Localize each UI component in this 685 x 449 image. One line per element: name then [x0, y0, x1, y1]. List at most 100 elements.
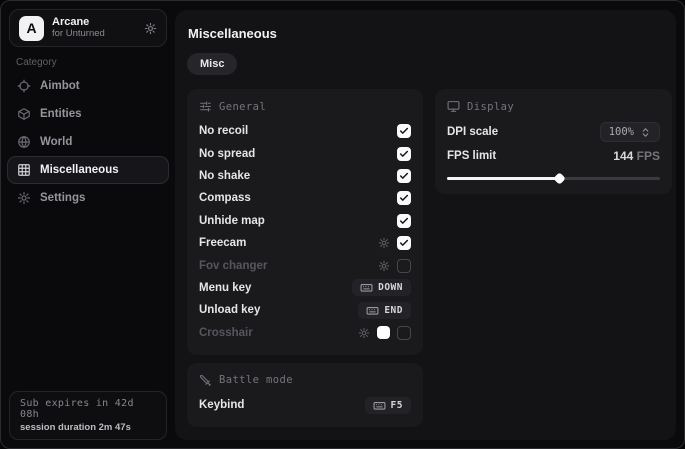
- setting-row-no-spread: No spread: [199, 142, 411, 164]
- display-panel: Display DPI scale 100%: [435, 89, 672, 194]
- category-label: Category: [16, 57, 57, 68]
- check-icon: [399, 216, 409, 226]
- menu-key-keybind-button[interactable]: DOWN: [352, 279, 411, 296]
- main-content: Miscellaneous Misc General: [175, 10, 676, 440]
- unload-key-keybind-button[interactable]: END: [358, 302, 411, 319]
- app-window: A Arcane for Unturned Category A: [0, 0, 685, 449]
- keybind-value: DOWN: [378, 282, 403, 293]
- general-panel: General No recoil No spread: [187, 89, 423, 355]
- avatar: A: [19, 16, 44, 41]
- slider-fill: [447, 177, 560, 180]
- keybind-value: END: [384, 305, 403, 316]
- no-recoil-checkbox[interactable]: [397, 124, 411, 138]
- sidebar-item-label: Entities: [40, 108, 82, 120]
- sidebar-item-miscellaneous[interactable]: Miscellaneous: [7, 156, 169, 184]
- sidebar-item-aimbot[interactable]: Aimbot: [7, 72, 169, 100]
- freecam-gear-icon[interactable]: [378, 237, 390, 249]
- setting-row-fps-limit: FPS limit 144 FPS: [447, 144, 660, 168]
- fps-number: 144: [613, 149, 633, 163]
- sliders-icon: [199, 100, 212, 113]
- setting-row-freecam: Freecam: [199, 232, 411, 254]
- battle-mode-panel-title: Battle mode: [219, 374, 293, 386]
- setting-row-compass: Compass: [199, 187, 411, 209]
- battle-mode-panel-header: Battle mode: [199, 374, 411, 387]
- sidebar-item-label: Miscellaneous: [40, 164, 119, 176]
- setting-row-dpi-scale: DPI scale 100%: [447, 120, 660, 144]
- crosshair-color-swatch[interactable]: [377, 326, 390, 339]
- crosshair-icon: [17, 79, 31, 93]
- tab-misc[interactable]: Misc: [187, 53, 237, 75]
- check-icon: [399, 171, 409, 181]
- battle-keybind-button[interactable]: F5: [365, 397, 411, 414]
- row-label: Freecam: [199, 237, 246, 249]
- row-label: Compass: [199, 192, 251, 204]
- row-label: No spread: [199, 148, 255, 160]
- logo-text: Arcane for Unturned: [52, 16, 136, 40]
- check-icon: [399, 193, 409, 203]
- row-label: Unload key: [199, 304, 260, 316]
- fov-changer-gear-icon[interactable]: [378, 260, 390, 272]
- keyboard-icon: [366, 304, 379, 317]
- freecam-checkbox[interactable]: [397, 236, 411, 250]
- row-label: No shake: [199, 170, 250, 182]
- panel-columns: General No recoil No spread: [187, 89, 664, 427]
- display-panel-title: Display: [467, 101, 514, 113]
- general-panel-header: General: [199, 100, 411, 113]
- check-icon: [399, 149, 409, 159]
- unhide-map-checkbox[interactable]: [397, 214, 411, 228]
- no-shake-checkbox[interactable]: [397, 169, 411, 183]
- gear-icon[interactable]: [144, 22, 157, 35]
- fov-changer-checkbox[interactable]: [397, 259, 411, 273]
- slider-thumb[interactable]: [553, 172, 566, 185]
- row-label: No recoil: [199, 125, 248, 137]
- fps-limit-value: 144 FPS: [613, 149, 660, 163]
- setting-row-fov-changer: Fov changer: [199, 254, 411, 276]
- sidebar-item-entities[interactable]: Entities: [7, 100, 169, 128]
- app-title: Arcane: [52, 16, 136, 29]
- app-subtitle: for Unturned: [52, 29, 136, 40]
- monitor-icon: [447, 100, 460, 113]
- setting-row-battle-keybind: Keybind F5: [199, 394, 411, 416]
- crosshair-gear-icon[interactable]: [358, 327, 370, 339]
- fps-unit: FPS: [637, 149, 660, 163]
- sidebar-item-world[interactable]: World: [7, 128, 169, 156]
- general-panel-title: General: [219, 101, 266, 113]
- setting-row-crosshair: Crosshair: [199, 322, 411, 344]
- row-label: Menu key: [199, 282, 251, 294]
- keyboard-icon: [360, 281, 373, 294]
- globe-icon: [17, 135, 31, 149]
- check-icon: [399, 238, 409, 248]
- gear-icon: [17, 191, 31, 205]
- subscription-status-card: Sub expires in 42d 08h session duration …: [9, 391, 167, 440]
- keyboard-icon: [373, 399, 386, 412]
- dpi-scale-value: 100%: [609, 126, 634, 138]
- sidebar-item-settings[interactable]: Settings: [7, 184, 169, 212]
- sidebar: A Arcane for Unturned Category A: [1, 1, 175, 448]
- compass-checkbox[interactable]: [397, 191, 411, 205]
- sidebar-item-label: Settings: [40, 192, 85, 204]
- keybind-value: F5: [391, 400, 403, 411]
- grid-icon: [17, 163, 31, 177]
- setting-row-menu-key: Menu key DOWN: [199, 277, 411, 299]
- session-duration-text: session duration 2m 47s: [20, 422, 156, 433]
- fps-limit-slider[interactable]: [447, 174, 660, 183]
- cube-icon: [17, 107, 31, 121]
- crosshair-checkbox[interactable]: [397, 326, 411, 340]
- no-spread-checkbox[interactable]: [397, 147, 411, 161]
- row-label: Fov changer: [199, 260, 267, 272]
- display-panel-header: Display: [447, 100, 660, 113]
- dpi-scale-select[interactable]: 100%: [600, 122, 660, 142]
- chevron-selector-icon: [640, 127, 651, 138]
- sidebar-item-label: Aimbot: [40, 80, 80, 92]
- row-label: FPS limit: [447, 150, 496, 162]
- row-label: Crosshair: [199, 327, 253, 339]
- setting-row-unhide-map: Unhide map: [199, 210, 411, 232]
- setting-row-no-recoil: No recoil: [199, 120, 411, 142]
- row-label: DPI scale: [447, 126, 498, 138]
- check-icon: [399, 126, 409, 136]
- sub-expiry-text: Sub expires in 42d 08h: [20, 398, 156, 420]
- row-label: Unhide map: [199, 215, 265, 227]
- setting-row-no-shake: No shake: [199, 165, 411, 187]
- page-title: Miscellaneous: [188, 26, 664, 41]
- setting-row-unload-key: Unload key END: [199, 299, 411, 321]
